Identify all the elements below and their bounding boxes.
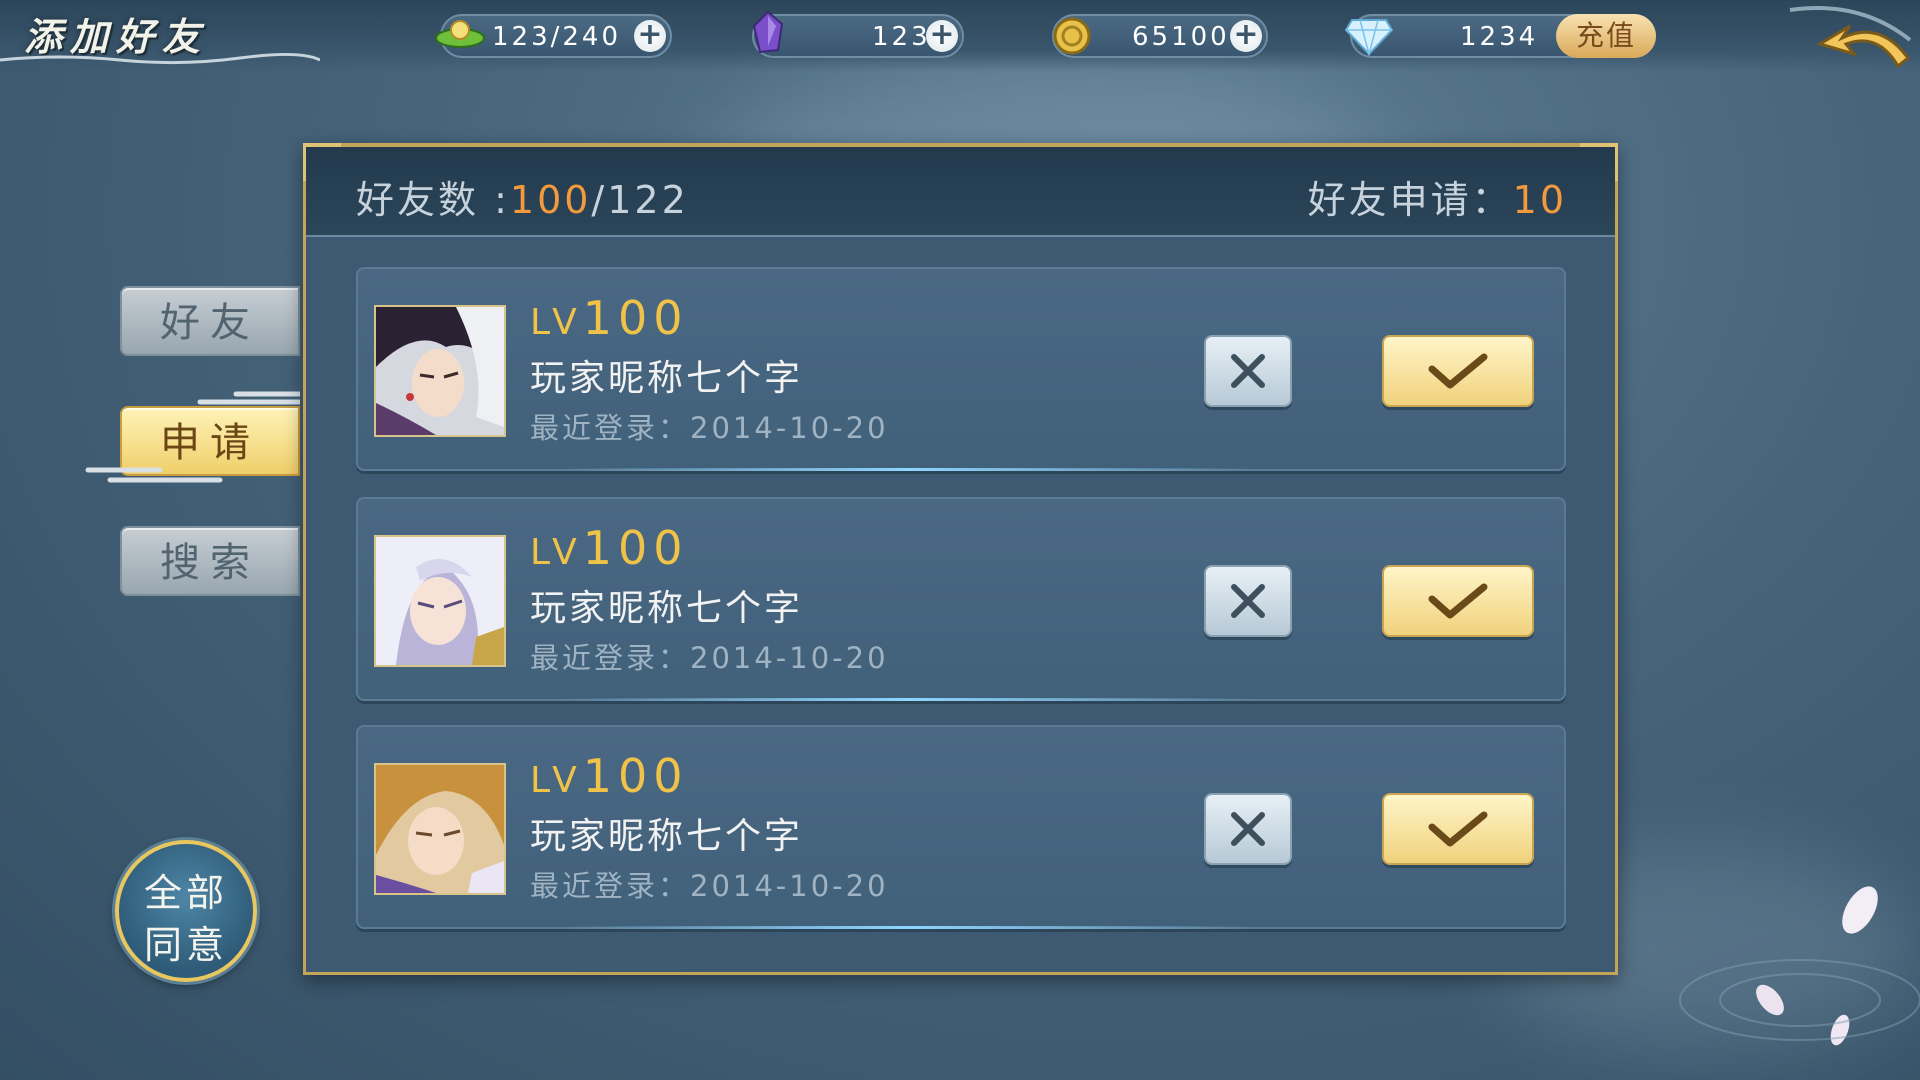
stamina-resource: 123/240 + [435,14,672,58]
level-prefix: LV [530,760,583,801]
recharge-button[interactable]: 充值 [1556,14,1656,58]
leaf-icon [435,20,485,48]
player-level: LV100 [530,521,689,575]
player-level: LV100 [530,749,689,803]
agree-all-label-line2: 同意 [143,923,228,967]
gold-coin-icon [1053,17,1091,55]
dark-haired-character-portrait-icon [374,305,506,437]
friend-request-card: LV100 玩家昵称七个字 最近登录：2014-10-20 [356,267,1566,471]
friend-count-current: 100 [509,178,592,222]
level-prefix: LV [530,302,583,343]
level-value: 100 [582,521,689,575]
panel-header: 好友数 :100/122 好友申请：10 [306,147,1615,237]
player-nickname: 玩家昵称七个字 [530,358,804,399]
white-haired-character-portrait-icon [374,535,506,667]
checkmark-icon [1428,353,1488,389]
blond-character-portrait-icon [374,763,506,895]
friend-count-label: 好友数 : [356,178,510,222]
coin-value: 65100 [1132,22,1230,52]
level-prefix: LV [530,532,583,573]
last-login: 最近登录：2014-10-20 [530,411,889,445]
reject-button[interactable] [1204,335,1292,407]
card-glow-decoration [558,468,1258,471]
close-icon [1231,584,1265,618]
accept-button[interactable] [1382,793,1534,865]
friend-count-total: /122 [591,178,689,222]
card-glow-decoration [558,926,1258,929]
accept-button[interactable] [1382,335,1534,407]
diamond-resource: 1234 充值 [1344,14,1656,58]
reject-button[interactable] [1204,793,1292,865]
agree-all-label-line1: 全部 [143,871,228,915]
card-glow-decoration [558,698,1258,701]
friend-requests-panel: 好友数 :100/122 好友申请：10 LV100 玩家昵称七个字 最近登录：… [303,143,1618,975]
friend-count: 好友数 :100/122 [356,169,689,224]
tab-friends[interactable]: 好友 [120,286,300,356]
coin-resource: 65100 + [1052,14,1268,58]
top-bar: 添加好友 123/240 + 123 + 65100 + 1234 充值 [0,0,1920,72]
tab-search-label: 搜索 [160,540,260,586]
player-level: LV100 [530,291,689,345]
gem-resource: 123 + [752,10,964,58]
tab-search[interactable]: 搜索 [120,526,300,596]
friend-request-number: 10 [1512,178,1567,222]
last-login: 最近登录：2014-10-20 [530,869,889,903]
falling-petals-decoration [1679,886,1920,1046]
friend-request-label: 好友申请： [1307,178,1513,222]
player-nickname: 玩家昵称七个字 [530,816,804,857]
friend-request-count: 好友申请：10 [1308,169,1567,224]
close-icon [1231,354,1265,388]
tab-friends-label: 好友 [160,300,260,346]
add-stamina-button[interactable]: + [634,20,666,52]
checkmark-icon [1428,583,1488,619]
cloud-swirl-decoration [0,52,320,65]
friend-request-card: LV100 玩家昵称七个字 最近登录：2014-10-20 [356,497,1566,701]
add-coins-button[interactable]: + [1230,20,1262,52]
purple-gem-icon [752,10,784,54]
level-value: 100 [582,749,689,803]
add-gems-button[interactable]: + [926,20,958,52]
cloud-swirl-decoration [85,391,300,483]
checkmark-icon [1428,811,1488,847]
stamina-value: 123/240 [492,22,622,52]
gem-value: 123 [872,22,931,52]
level-value: 100 [582,291,689,345]
reject-button[interactable] [1204,565,1292,637]
agree-all-button[interactable]: 全部 同意 [115,840,257,982]
diamond-value: 1234 [1460,22,1539,52]
diamond-icon [1344,19,1394,56]
player-nickname: 玩家昵称七个字 [530,588,804,629]
friend-request-card: LV100 玩家昵称七个字 最近登录：2014-10-20 [356,725,1566,929]
back-arrow-icon[interactable] [1770,0,1920,90]
accept-button[interactable] [1382,565,1534,637]
close-icon [1231,812,1265,846]
last-login: 最近登录：2014-10-20 [530,641,889,675]
